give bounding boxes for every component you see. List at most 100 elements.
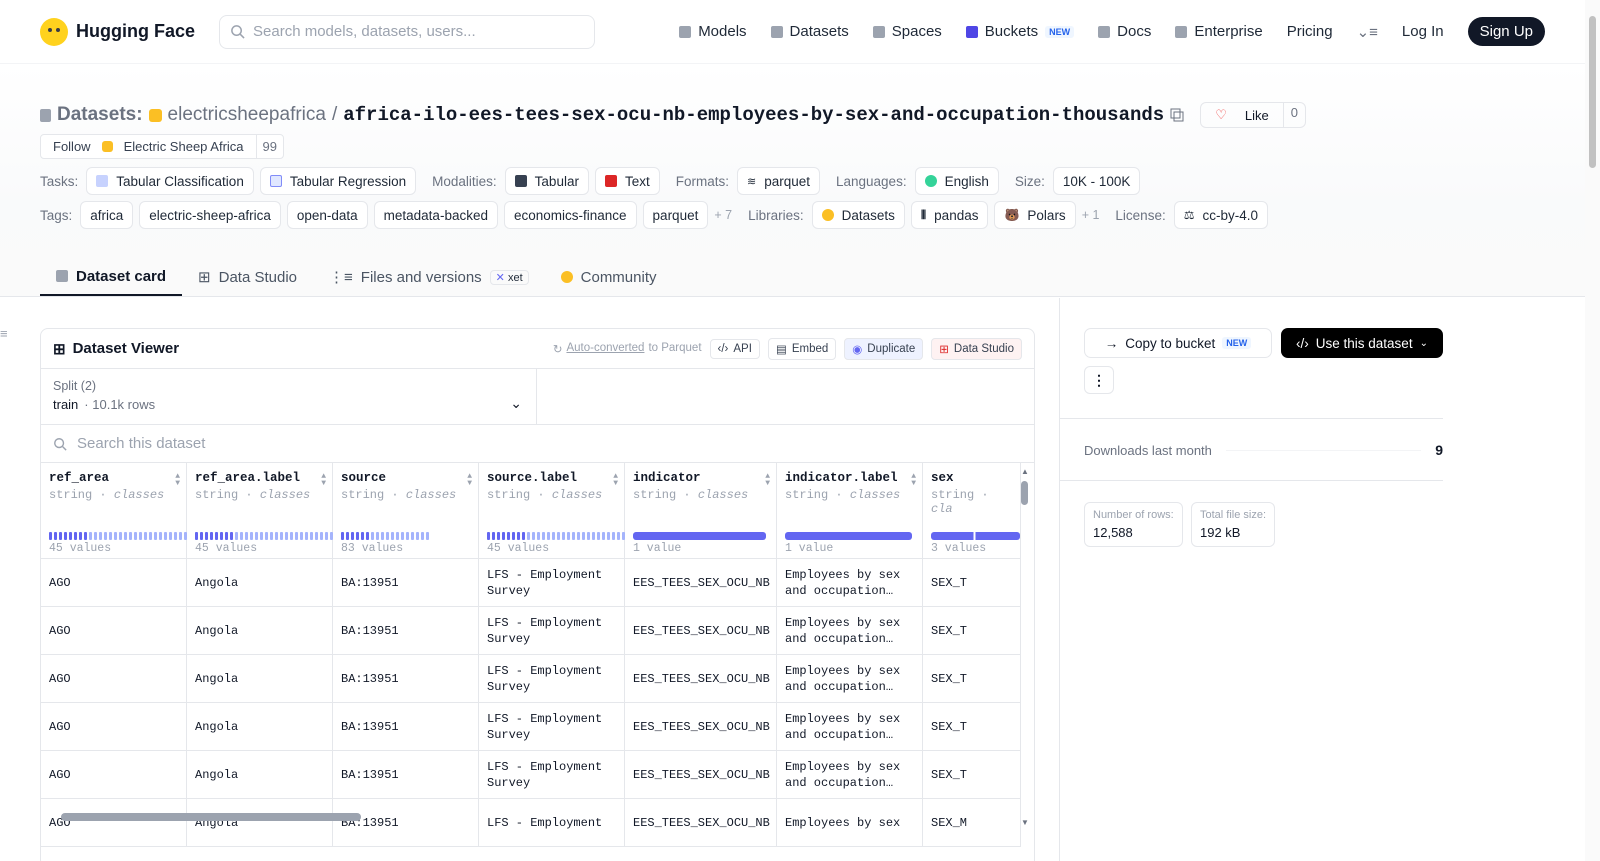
- table-cell[interactable]: LFS - Employment Survey: [479, 655, 625, 702]
- copy-icon[interactable]: [1170, 108, 1184, 122]
- table-cell[interactable]: AGO: [41, 703, 187, 750]
- table-cell[interactable]: LFS - Employment Survey: [479, 751, 625, 798]
- column-header[interactable]: ref_area.label string · classes ▲ ▼ 45 value…: [187, 463, 333, 558]
- table-cell[interactable]: Angola: [187, 655, 333, 702]
- table-cell[interactable]: EES_TEES_SEX_OCU_NB: [625, 703, 777, 750]
- duplicate-button[interactable]: ◉ Duplicate: [844, 337, 924, 360]
- column-header[interactable]: source string · classes ▲ ▼ 83 values: [333, 463, 479, 558]
- vertical-scrollbar[interactable]: ▲ ▼: [1021, 467, 1030, 827]
- size-chip[interactable]: 10K - 100K: [1052, 167, 1141, 195]
- table-cell[interactable]: Employees by sex and occupation…: [777, 751, 923, 798]
- dataset-search-input[interactable]: Search this dataset: [41, 425, 1034, 463]
- column-histogram[interactable]: [487, 532, 625, 540]
- table-cell[interactable]: BA:13951: [333, 703, 479, 750]
- tag-chip[interactable]: electric-sheep-africa: [139, 201, 281, 229]
- tab-files-and-versions[interactable]: ⋮≡ Files and versions ✕ xet: [313, 258, 545, 296]
- use-this-dataset-button[interactable]: ‹/› Use this dataset ⌄: [1281, 328, 1443, 358]
- library-chip[interactable]: ⦀ pandas: [910, 201, 989, 229]
- sort-icon[interactable]: ▲ ▼: [613, 473, 618, 488]
- page-scrollbar[interactable]: [1585, 0, 1600, 861]
- table-row[interactable]: AGO Angola BA:13951 LFS - Employment Survey…: [41, 559, 1021, 607]
- column-histogram[interactable]: [633, 532, 766, 540]
- table-cell[interactable]: BA:13951: [333, 655, 479, 702]
- sort-icon[interactable]: ▲ ▼: [911, 473, 916, 488]
- login-link[interactable]: Log In: [1402, 23, 1444, 40]
- nav-datasets[interactable]: Datasets: [770, 23, 849, 40]
- table-cell[interactable]: BA:13951: [333, 751, 479, 798]
- table-cell[interactable]: BA:13951: [333, 559, 479, 606]
- table-cell[interactable]: Angola: [187, 751, 333, 798]
- modality-chip[interactable]: Tabular: [504, 167, 589, 195]
- table-cell[interactable]: LFS - Employment Survey: [479, 607, 625, 654]
- column-header[interactable]: indicator string · classes ▲ ▼ 1 value: [625, 463, 777, 558]
- tab-dataset-card[interactable]: Dataset card: [40, 258, 183, 296]
- table-cell[interactable]: Employees by sex and occupation…: [777, 703, 923, 750]
- tag-chip[interactable]: open-data: [286, 201, 368, 229]
- scroll-thumb[interactable]: [61, 813, 361, 821]
- data-studio-button[interactable]: ⊞ Data Studio: [931, 337, 1022, 360]
- more-tags[interactable]: + 7: [714, 208, 732, 222]
- scroll-thumb[interactable]: [1021, 481, 1028, 505]
- sort-icon[interactable]: ▲ ▼: [175, 473, 180, 488]
- table-cell[interactable]: BA:13951: [333, 607, 479, 654]
- table-cell[interactable]: Angola: [187, 703, 333, 750]
- nav-docs[interactable]: Docs: [1098, 23, 1151, 40]
- nav-buckets[interactable]: Buckets NEW: [965, 23, 1075, 40]
- api-button[interactable]: ‹/› API: [709, 338, 760, 359]
- table-cell[interactable]: Angola: [187, 559, 333, 606]
- table-cell[interactable]: EES_TEES_SEX_OCU_NB: [625, 751, 777, 798]
- table-cell[interactable]: AGO: [41, 559, 187, 606]
- table-row[interactable]: AGO Angola BA:13951 LFS - Employment Survey…: [41, 607, 1021, 655]
- nav-pricing[interactable]: Pricing: [1287, 23, 1333, 40]
- library-chip[interactable]: Datasets: [811, 201, 905, 229]
- table-cell[interactable]: EES_TEES_SEX_OCU_NB: [625, 559, 777, 606]
- column-histogram[interactable]: [195, 532, 333, 540]
- table-cell[interactable]: SEX_T: [923, 607, 1021, 654]
- tag-chip[interactable]: africa: [80, 201, 134, 229]
- more-libraries[interactable]: + 1: [1082, 208, 1100, 222]
- table-row[interactable]: AGO Angola BA:13951 LFS - Employment Survey…: [41, 655, 1021, 703]
- nav-spaces[interactable]: Spaces: [872, 23, 942, 40]
- table-cell[interactable]: AGO: [41, 751, 187, 798]
- table-cell[interactable]: EES_TEES_SEX_OCU_NB: [625, 655, 777, 702]
- horizontal-scrollbar[interactable]: [47, 811, 1007, 823]
- tab-data-studio[interactable]: ⊞ Data Studio: [182, 258, 313, 296]
- column-header[interactable]: sex string · cla 3 values: [923, 463, 1021, 558]
- table-cell[interactable]: Employees by sex and occupation…: [777, 559, 923, 606]
- nav-models[interactable]: Models: [679, 23, 747, 40]
- column-histogram[interactable]: [341, 532, 429, 540]
- table-cell[interactable]: SEX_T: [923, 703, 1021, 750]
- column-header[interactable]: source.label string · classes ▲ ▼ 45 values: [479, 463, 625, 558]
- tag-chip[interactable]: parquet: [642, 201, 709, 229]
- column-header[interactable]: ref_area string · classes ▲ ▼ 45 values: [41, 463, 187, 558]
- nav-enterprise[interactable]: Enterprise: [1175, 23, 1263, 40]
- task-chip[interactable]: Tabular Classification: [86, 167, 254, 195]
- table-row[interactable]: AGO Angola BA:13951 LFS - Employment Survey…: [41, 751, 1021, 799]
- language-chip[interactable]: English: [914, 167, 999, 195]
- tag-chip[interactable]: metadata-backed: [373, 201, 498, 229]
- table-cell[interactable]: SEX_T: [923, 655, 1021, 702]
- tag-chip[interactable]: economics-finance: [503, 201, 637, 229]
- sort-icon[interactable]: ▲ ▼: [321, 473, 326, 488]
- column-histogram[interactable]: [785, 532, 912, 540]
- table-cell[interactable]: SEX_T: [923, 751, 1021, 798]
- auto-converted-link[interactable]: Auto-converted: [566, 342, 644, 356]
- table-row[interactable]: AGO Angola BA:13951 LFS - Employment Survey…: [41, 703, 1021, 751]
- modality-chip[interactable]: Text: [594, 167, 660, 195]
- like-button[interactable]: ♡ Like 0: [1200, 102, 1306, 128]
- more-options-button[interactable]: ⋮: [1084, 366, 1114, 394]
- task-chip[interactable]: Tabular Regression: [259, 167, 417, 195]
- table-row[interactable]: AGO Angola BA:13951 LFS - Employment EES_TEE…: [41, 799, 1021, 847]
- table-cell[interactable]: EES_TEES_SEX_OCU_NB: [625, 607, 777, 654]
- search-input[interactable]: Search models, datasets, users...: [219, 14, 596, 49]
- table-cell[interactable]: Angola: [187, 607, 333, 654]
- table-cell[interactable]: LFS - Employment Survey: [479, 703, 625, 750]
- more-menu-icon[interactable]: ⌄≡: [1357, 23, 1378, 41]
- table-cell[interactable]: AGO: [41, 607, 187, 654]
- copy-to-bucket-button[interactable]: → Copy to bucket NEW: [1084, 328, 1272, 358]
- library-chip[interactable]: 🐻 Polars: [994, 201, 1076, 229]
- embed-button[interactable]: ▤ Embed: [767, 337, 837, 360]
- table-cell[interactable]: LFS - Employment Survey: [479, 559, 625, 606]
- owner-link[interactable]: electricsheepafrica: [168, 104, 326, 126]
- column-header[interactable]: indicator.label string · classes ▲ ▼ 1 value: [777, 463, 923, 558]
